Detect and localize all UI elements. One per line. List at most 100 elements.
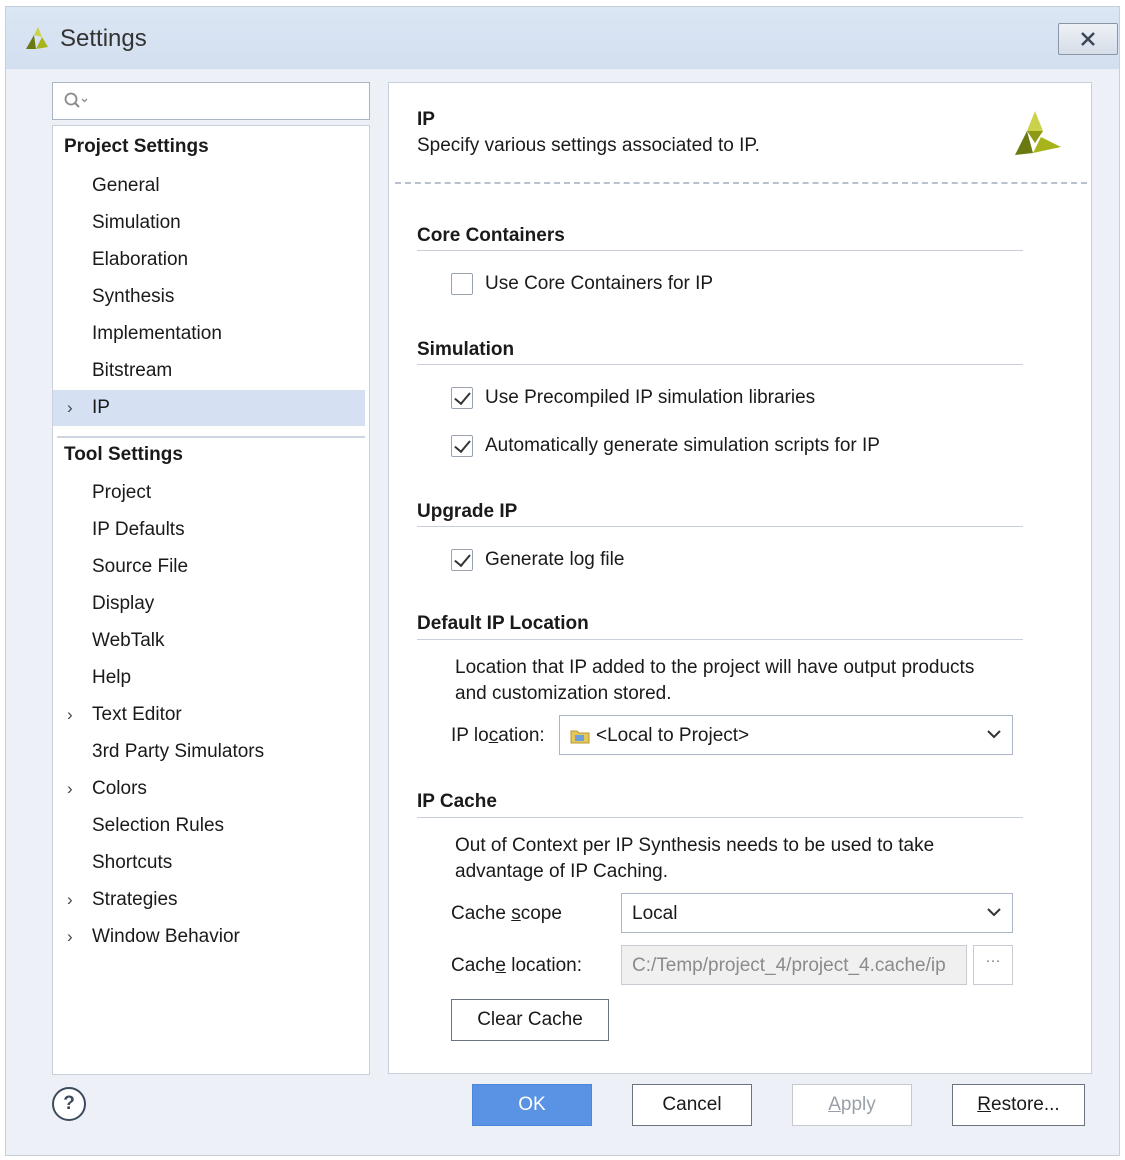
sidebar-item-project[interactable]: Project: [53, 475, 365, 511]
chevron-down-icon: [987, 730, 1001, 739]
ok-button[interactable]: OK: [472, 1084, 592, 1126]
search-input[interactable]: [52, 82, 370, 120]
sidebar-item-display[interactable]: Display: [53, 586, 365, 622]
cache-scope-value: Local: [632, 903, 678, 924]
section-divider: [417, 364, 1023, 365]
sidebar-item-general[interactable]: General: [53, 168, 365, 204]
chevron-right-icon[interactable]: ›: [67, 697, 73, 733]
chevron-right-icon[interactable]: ›: [67, 882, 73, 918]
tool-settings-heading: Tool Settings: [64, 444, 183, 465]
sidebar-item-label: Selection Rules: [92, 815, 225, 836]
button-label: pply: [840, 1094, 876, 1115]
sidebar-item-colors[interactable]: › Colors: [53, 771, 365, 807]
settings-navigation-tree: Project Settings General Simulation Elabor…: [52, 125, 370, 1075]
sidebar-item-3rd-party-simulators[interactable]: 3rd Party Simulators: [53, 734, 365, 770]
sidebar-item-shortcuts[interactable]: Shortcuts: [53, 845, 365, 881]
close-icon: [1081, 32, 1095, 46]
upgrade-ip-heading: Upgrade IP: [417, 501, 518, 522]
sidebar-item-label: Display: [92, 593, 155, 614]
ip-location-note: Location that IP added to the project wi…: [455, 655, 1015, 707]
ip-location-select[interactable]: <Local to Project>: [559, 715, 1013, 755]
help-button[interactable]: ?: [52, 1087, 86, 1121]
cache-scope-select[interactable]: Local: [621, 893, 1013, 933]
sidebar-item-label: IP Defaults: [92, 519, 185, 540]
sidebar-item-text-editor[interactable]: › Text Editor: [53, 697, 365, 733]
sidebar-item-window-behavior[interactable]: › Window Behavior: [53, 919, 365, 955]
sidebar-item-ip[interactable]: › IP: [53, 390, 365, 426]
cache-scope-label: Cache scope: [451, 903, 562, 925]
sidebar-item-synthesis[interactable]: Synthesis: [53, 279, 365, 315]
sidebar-item-label: Bitstream: [92, 360, 173, 381]
page-title: IP: [417, 109, 435, 130]
use-precompiled-label: Use Precompiled IP simulation libraries: [485, 387, 816, 408]
section-divider: [417, 639, 1023, 640]
use-core-containers-checkbox[interactable]: [451, 273, 473, 295]
use-precompiled-checkbox[interactable]: [451, 387, 473, 409]
default-ip-location-heading: Default IP Location: [417, 613, 589, 634]
section-divider: [417, 526, 1023, 527]
generate-log-label: Generate log file: [485, 549, 625, 570]
close-button[interactable]: [1058, 23, 1118, 55]
sidebar-item-label: IP: [92, 397, 110, 418]
ip-settings-panel: IP Specify various settings associated t…: [388, 82, 1092, 1074]
sidebar-item-help[interactable]: Help: [53, 660, 365, 696]
sidebar-item-label: General: [92, 175, 160, 196]
sidebar-item-label: Shortcuts: [92, 852, 173, 873]
chevron-right-icon[interactable]: ›: [67, 390, 73, 426]
chevron-right-icon[interactable]: ›: [67, 919, 73, 955]
core-containers-heading: Core Containers: [417, 225, 565, 246]
sidebar-item-bitstream[interactable]: Bitstream: [53, 353, 365, 389]
sidebar-item-label: 3rd Party Simulators: [92, 741, 265, 762]
restore-button[interactable]: Restore...: [952, 1084, 1085, 1126]
cache-location-field: C:/Temp/project_4/project_4.cache/ip: [621, 945, 967, 985]
ip-location-note-line: and customization stored.: [455, 683, 672, 704]
sidebar-item-label: WebTalk: [92, 630, 165, 651]
nav-divider: [57, 436, 365, 438]
section-divider: [417, 250, 1023, 251]
label-text: IP lo: [451, 725, 489, 746]
ip-location-label: IP location:: [451, 725, 545, 747]
mnemonic-char: e: [495, 955, 506, 976]
sidebar-item-webtalk[interactable]: WebTalk: [53, 623, 365, 659]
sidebar-item-source-file[interactable]: Source File: [53, 549, 365, 585]
sidebar-item-selection-rules[interactable]: Selection Rules: [53, 808, 365, 844]
sidebar-item-label: Synthesis: [92, 286, 175, 307]
mnemonic-char: A: [828, 1094, 841, 1115]
sidebar-item-simulation[interactable]: Simulation: [53, 205, 365, 241]
search-icon: [64, 92, 88, 108]
sidebar-item-elaboration[interactable]: Elaboration: [53, 242, 365, 278]
mnemonic-char: R: [977, 1094, 992, 1115]
cache-location-value: C:/Temp/project_4/project_4.cache/ip: [632, 955, 946, 976]
sidebar-item-label: Project: [92, 482, 152, 503]
vivado-app-icon: [26, 27, 48, 49]
folder-icon: [570, 730, 590, 744]
sidebar-item-label: Implementation: [92, 323, 222, 344]
use-core-containers-label: Use Core Containers for IP: [485, 273, 714, 294]
label-text: ation:: [498, 725, 545, 746]
chevron-down-icon: [987, 908, 1001, 917]
sidebar-item-label: Window Behavior: [92, 926, 240, 947]
sidebar-item-strategies[interactable]: › Strategies: [53, 882, 365, 918]
ip-location-value: <Local to Project>: [596, 725, 750, 746]
sidebar-item-label: Help: [92, 667, 132, 688]
cache-location-label: Cache location:: [451, 955, 582, 977]
ip-cache-heading: IP Cache: [417, 791, 497, 812]
button-label: estore...: [991, 1094, 1060, 1115]
apply-button: Apply: [792, 1084, 912, 1126]
clear-cache-button[interactable]: Clear Cache: [451, 999, 609, 1041]
mnemonic-char: c: [488, 725, 499, 746]
settings-dialog: Settings Project Settings General Simulat…: [5, 6, 1120, 1156]
label-text: Cache: [451, 903, 512, 924]
sidebar-item-label: Simulation: [92, 212, 181, 233]
sidebar-item-ip-defaults[interactable]: IP Defaults: [53, 512, 365, 548]
label-text: cope: [520, 903, 562, 924]
auto-generate-scripts-checkbox[interactable]: [451, 435, 473, 457]
sidebar-item-label: Elaboration: [92, 249, 189, 270]
chevron-right-icon[interactable]: ›: [67, 771, 73, 807]
cancel-button[interactable]: Cancel: [632, 1084, 752, 1126]
sidebar-item-implementation[interactable]: Implementation: [53, 316, 365, 352]
label-text: Cach: [451, 955, 496, 976]
generate-log-checkbox[interactable]: [451, 549, 473, 571]
simulation-heading: Simulation: [417, 339, 515, 360]
page-description: Specify various settings associated to I…: [417, 135, 760, 156]
